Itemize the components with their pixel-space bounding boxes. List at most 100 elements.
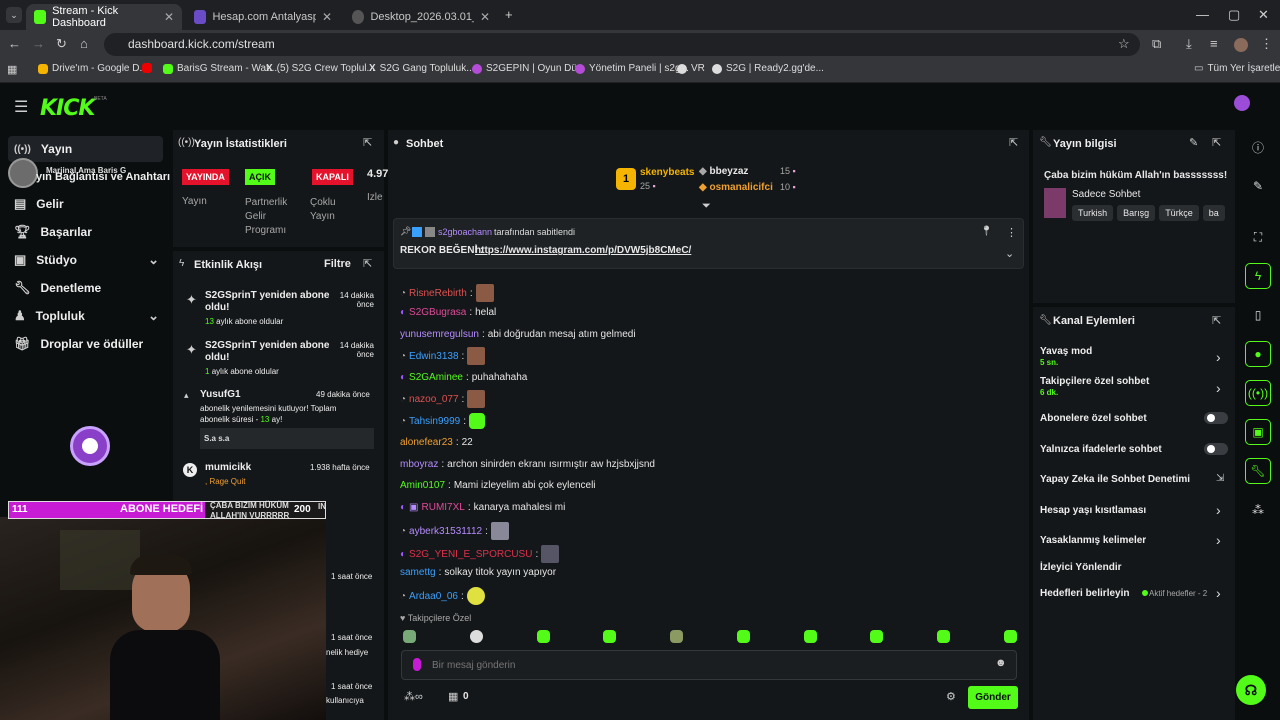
bookmark-item[interactable]: BarisG Stream - Wat... (163, 63, 277, 74)
action-set-goals[interactable]: Hedefleri belirleyin (1040, 588, 1129, 599)
download-icon[interactable]: ⤓ (1186, 36, 1192, 52)
info-icon[interactable]: ⓘ (1245, 134, 1271, 160)
chat-icon[interactable]: ● (1245, 341, 1271, 367)
sidebar-item-gelir[interactable]: ▤ Gelir (8, 191, 163, 217)
send-button[interactable]: Gönder (968, 686, 1018, 709)
close-icon[interactable]: ✕ (164, 10, 174, 24)
bookmark-item[interactable]: Drive'ım - Google D... (38, 63, 148, 74)
bookmark-item[interactable] (142, 63, 152, 73)
maximize-icon[interactable]: ▢ (1228, 7, 1240, 23)
chevron-right-icon[interactable]: › (1216, 349, 1221, 365)
close-icon[interactable]: ✕ (322, 10, 332, 24)
tag-chip[interactable]: ba (1202, 205, 1225, 221)
reload-icon[interactable]: ↻ (56, 36, 67, 52)
popout-icon[interactable]: ⇱ (363, 136, 372, 149)
edit-pencil-icon[interactable]: ✎ (1189, 136, 1198, 149)
new-tab-icon[interactable]: + (505, 7, 513, 22)
all-bookmarks[interactable]: ▭ Tüm Yer İşaretleri (1194, 63, 1280, 74)
bookmark-item[interactable]: S2G | Ready2.gg'de... (712, 63, 824, 74)
filter-button[interactable]: Filtre (324, 258, 351, 270)
bookmark-item[interactable]: VR (677, 63, 705, 74)
microphone-icon[interactable] (413, 658, 421, 671)
users-icon[interactable]: ⁂ (1245, 497, 1271, 523)
emote-icon[interactable] (403, 630, 416, 643)
apps-grid-icon[interactable]: ▦ (7, 63, 17, 76)
emoji-picker-icon[interactable]: ☻ (995, 657, 1007, 669)
unpin-icon[interactable]: 📍︎ (980, 226, 993, 237)
tab-search-icon[interactable]: ⌄ (6, 7, 22, 23)
bookmark-item[interactable]: X S2G Gang Topluluk... (369, 63, 475, 74)
sidebar-item-topluluk[interactable]: ♟ Topluluk ⌄ (8, 303, 163, 329)
bookmark-item[interactable]: Yönetim Paneli | s2g... (575, 63, 689, 74)
emote-icon[interactable] (1003, 630, 1017, 643)
popout-icon[interactable]: ⇱ (1009, 136, 1018, 149)
wrench-icon[interactable]: 🔧︎ (1245, 458, 1271, 484)
external-link-icon[interactable]: ⇲ (1216, 473, 1224, 484)
broadcast-icon[interactable]: ((•)) (1245, 380, 1271, 406)
bookmark-item[interactable]: X (5) S2G Crew Toplul... (266, 63, 375, 74)
action-ai-moderation[interactable]: Yapay Zeka ile Sohbet Denetimi (1040, 474, 1190, 485)
users-infinity-icon[interactable]: ⁂∞ (404, 690, 423, 703)
chevron-right-icon[interactable]: › (1216, 585, 1221, 601)
pinned-by-user[interactable]: s2gboachann (438, 227, 492, 237)
playlist-icon[interactable]: ≡ (1210, 36, 1218, 51)
chevron-down-icon[interactable]: ⏷ (702, 200, 711, 213)
lightning-icon[interactable]: ϟ (1245, 263, 1271, 289)
sidebar-item-yayin[interactable]: ((•)) Yayın (8, 136, 163, 162)
sidebar-item-studyo[interactable]: ▣ Stüdyo ⌄ (8, 247, 163, 273)
chevron-right-icon[interactable]: › (1216, 380, 1221, 396)
sidebar-item-denetleme[interactable]: 🔧︎ Denetleme (8, 275, 163, 301)
action-raid[interactable]: İzleyici Yönlendir (1040, 562, 1122, 573)
emote-icon[interactable] (670, 630, 684, 643)
store-icon[interactable]: ▦ (448, 690, 458, 703)
tag-chip[interactable]: Turkish (1072, 205, 1114, 221)
expand-icon[interactable]: ⛶ (1245, 224, 1271, 250)
document-icon[interactable]: ▯ (1245, 302, 1271, 328)
sidebar-item-basarilar[interactable]: 🏆︎ Başarılar (8, 219, 163, 245)
bookmark-star-icon[interactable]: ☆ (1118, 36, 1130, 52)
subs-only-toggle[interactable] (1204, 412, 1228, 424)
leader-name[interactable]: skenybeats (640, 167, 694, 178)
extensions-icon[interactable]: ⧉ (1152, 36, 1161, 52)
settings-gear-icon[interactable]: ⚙ (946, 690, 956, 703)
pencil-icon[interactable]: ✎ (1245, 173, 1271, 199)
chat-message-input[interactable] (432, 656, 972, 674)
url-input[interactable]: dashboard.kick.com/stream (104, 33, 1140, 56)
back-icon[interactable]: ← (8, 36, 21, 51)
sidebar-sub-item[interactable]: yın Bağlantısı ve Anahtarı (36, 171, 170, 183)
popout-icon[interactable]: ⇱ (1212, 314, 1221, 327)
dashboard-icon[interactable]: ▣ (1245, 419, 1271, 445)
support-headset-icon[interactable]: ☊ (1236, 675, 1266, 705)
emote-icon[interactable] (803, 630, 817, 643)
emote-icon[interactable] (536, 630, 550, 643)
action-account-age[interactable]: Hesap yaşı kısıtlaması (1040, 505, 1146, 516)
sidebar-item-droplar[interactable]: 🎁︎ Droplar ve ödüller (8, 331, 163, 357)
action-slow-mode[interactable]: Yavaş mod 5 sn. (1040, 346, 1092, 368)
tab-hesap[interactable]: Hesap.com Antalyaspor - Fener ✕ (186, 4, 340, 30)
kick-logo[interactable]: KICK (40, 96, 95, 121)
pinned-link[interactable]: https://www.instagram.com/p/DVW5jb8CMeC/ (475, 245, 691, 256)
category-name[interactable]: Sadece Sohbet (1072, 189, 1140, 200)
tab-desktop[interactable]: Desktop_2026.03.01_-_19.26.3 ✕ (344, 4, 498, 30)
leader-name[interactable]: ◆ bbeyzaz (699, 166, 748, 177)
popout-icon[interactable]: ⇱ (1212, 136, 1221, 149)
tag-chip[interactable]: Barışg (1117, 205, 1156, 221)
tag-chip[interactable]: Türkçe (1159, 205, 1199, 221)
window-close-icon[interactable]: ✕ (1258, 7, 1269, 23)
emote-icon[interactable] (603, 630, 617, 643)
hamburger-menu-icon[interactable]: ☰ (14, 97, 28, 117)
emote-icon[interactable] (469, 630, 483, 643)
bookmark-item[interactable]: S2GEPIN | Oyun Dü... (472, 63, 585, 74)
user-avatar[interactable] (1234, 95, 1250, 111)
chevron-down-icon[interactable]: ⌄ (1005, 247, 1014, 260)
home-icon[interactable]: ⌂ (80, 36, 88, 51)
forward-icon[interactable]: → (32, 36, 45, 51)
action-banned-words[interactable]: Yasaklanmış kelimeler (1040, 535, 1146, 546)
leader-name[interactable]: ◆ osmanalicifci (699, 182, 773, 193)
menu-dots-icon[interactable]: ⋮ (1260, 36, 1273, 52)
chevron-right-icon[interactable]: › (1216, 502, 1221, 518)
emote-icon[interactable] (937, 630, 951, 643)
action-followers-only[interactable]: Takipçilere özel sohbet 6 dk. (1040, 376, 1149, 398)
popout-icon[interactable]: ⇱ (363, 257, 372, 270)
tab-kick-dashboard[interactable]: Stream - Kick Dashboard ✕ (26, 4, 182, 30)
